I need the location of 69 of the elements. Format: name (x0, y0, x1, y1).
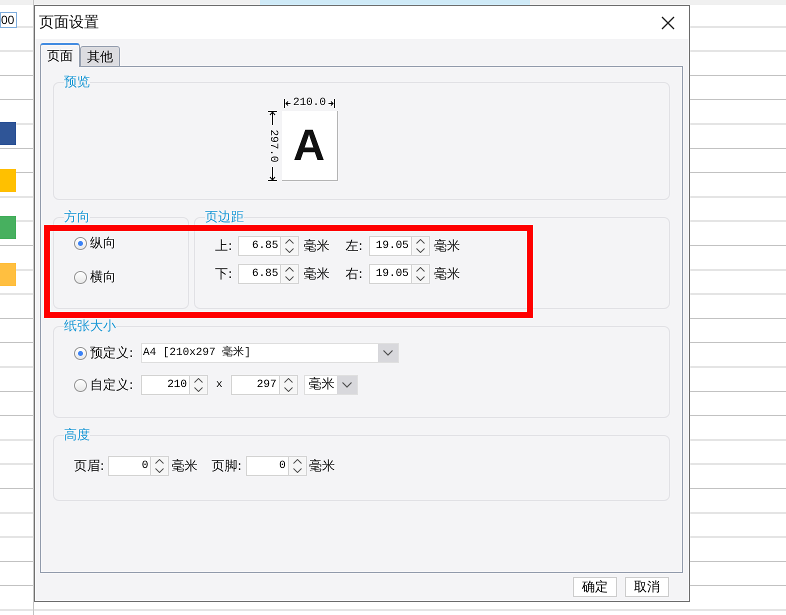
radio-label[interactable]: 自定义: (90, 376, 134, 394)
times-sign: x (216, 379, 223, 391)
chevron-down-icon (285, 276, 294, 281)
chevron-up-icon (416, 239, 425, 244)
number-field[interactable]: 0 (246, 456, 288, 476)
unit-label: 毫米 (308, 458, 335, 475)
field-label: 页脚: (211, 458, 242, 475)
tab[interactable]: 页面 (40, 43, 80, 67)
dialog-button[interactable]: 取消 (625, 577, 669, 597)
chevron-down-icon (155, 468, 164, 473)
number-field[interactable]: 19.05 (368, 236, 411, 256)
chevron-up-icon (285, 239, 294, 244)
chevron-down-icon (342, 382, 352, 388)
field-label: 右: (345, 266, 363, 283)
up-arrow-icon (268, 111, 277, 125)
page-letter: A (293, 124, 325, 168)
number-field[interactable]: 297 (230, 375, 279, 395)
close-button[interactable] (659, 14, 677, 32)
field-label: 上: (215, 238, 232, 255)
chevron-up-icon (194, 378, 203, 383)
radio-label[interactable]: 纵向 (90, 234, 116, 252)
chevron-up-icon (155, 459, 164, 464)
chevron-down-icon (416, 276, 425, 281)
number-field[interactable]: 210 (141, 375, 189, 395)
radio-label[interactable]: 预定义: (90, 344, 134, 362)
width-dimension: 210.0 (282, 95, 338, 111)
group-legend: 方向 (64, 208, 90, 226)
field-label: 左: (345, 238, 363, 255)
tab[interactable]: 其他 (80, 46, 120, 67)
group-legend: 页边距 (205, 208, 244, 226)
number-field[interactable]: 19.05 (368, 264, 411, 284)
field-label: 页眉: (74, 458, 104, 475)
chevron-down-icon (285, 248, 294, 253)
chevron-down-icon (416, 248, 425, 253)
radio-button[interactable] (74, 378, 87, 392)
unit-label: 毫米 (303, 266, 330, 283)
radio-button[interactable] (74, 346, 87, 360)
radio-button[interactable] (74, 236, 87, 250)
unit-label: 毫米 (171, 458, 198, 475)
number-field[interactable]: 6.85 (238, 236, 280, 256)
chevron-up-icon (292, 459, 302, 464)
unit-label: 毫米 (434, 266, 460, 283)
right-arrow-icon (328, 98, 335, 108)
height-dimension: 297.0 (266, 111, 280, 181)
unit-label: 毫米 (434, 238, 460, 255)
dialog-button[interactable]: 确定 (573, 577, 617, 597)
radio-label[interactable]: 横向 (90, 268, 116, 286)
chevron-up-icon (284, 378, 293, 383)
chevron-down-icon (383, 350, 393, 356)
down-arrow-icon (268, 167, 277, 181)
group-legend: 预览 (64, 73, 90, 91)
cell-text: 00 (0, 12, 17, 28)
group-legend: 高度 (64, 426, 90, 444)
radio-button[interactable] (74, 270, 87, 284)
number-field[interactable]: 0 (108, 456, 150, 476)
field-label: 下: (215, 266, 232, 283)
group-legend: 纸张大小 (64, 317, 116, 335)
left-arrow-icon (284, 98, 291, 108)
close-icon (661, 16, 675, 30)
chevron-up-icon (285, 267, 294, 272)
number-field[interactable]: 6.85 (238, 264, 280, 284)
window-title: 页面设置 (39, 13, 99, 32)
chevron-down-icon (194, 387, 203, 392)
chevron-down-icon (292, 468, 302, 473)
paper-size-dropdown[interactable]: A4 [210x297 毫米] (141, 343, 399, 363)
chevron-up-icon (416, 267, 425, 272)
unit-dropdown[interactable]: 毫米 (304, 375, 358, 395)
chevron-down-icon (284, 387, 293, 392)
unit-label: 毫米 (303, 238, 330, 255)
